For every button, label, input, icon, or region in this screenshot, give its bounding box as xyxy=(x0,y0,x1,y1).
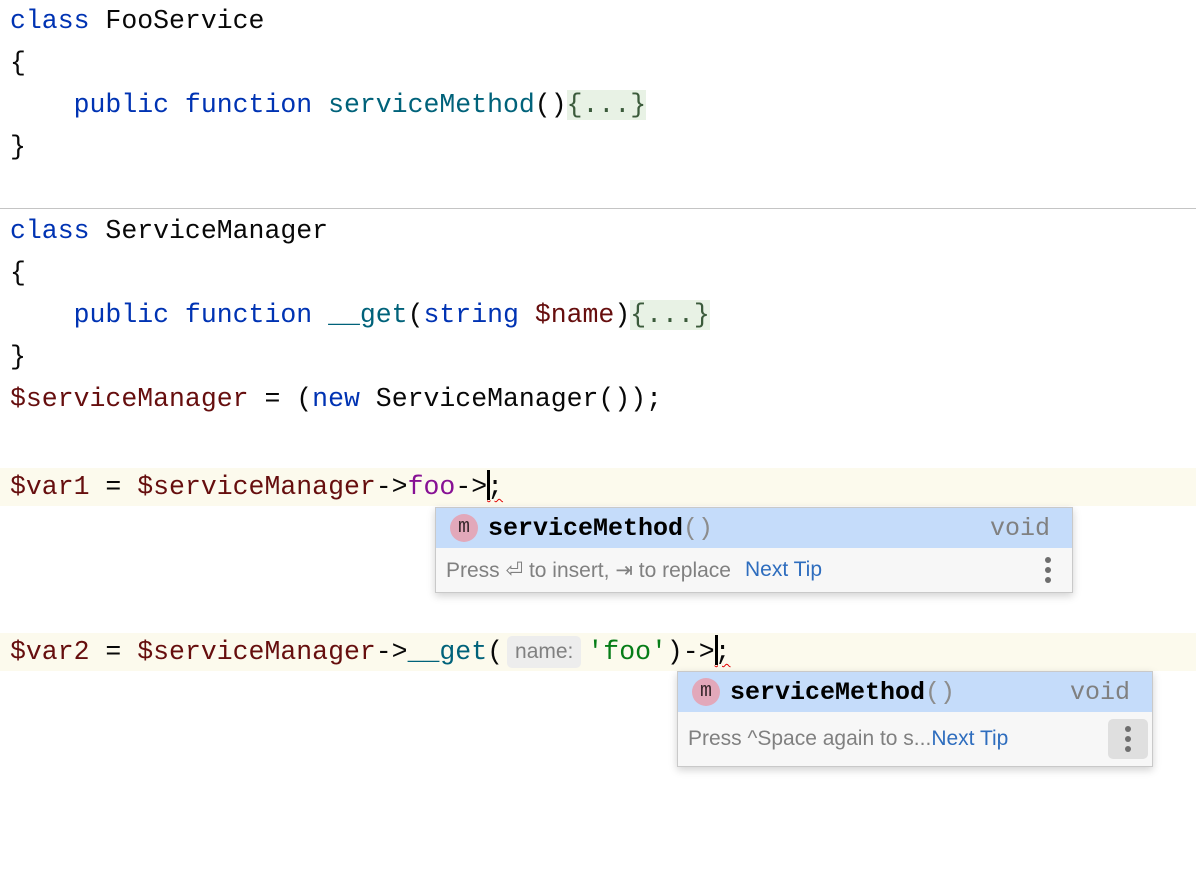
method-icon: m xyxy=(692,678,720,706)
code-token: foo xyxy=(407,472,456,502)
code-token: $serviceManager xyxy=(10,384,249,414)
footer-hint: Press ⏎ to insert, ⇥ to replace xyxy=(446,558,731,582)
code-token: { xyxy=(10,258,26,288)
item-params: () xyxy=(683,513,714,543)
code-token: } xyxy=(10,132,26,162)
code-token: FooService xyxy=(105,6,265,36)
parameter-hint: name: xyxy=(507,636,582,668)
code-token: -> xyxy=(375,472,408,502)
code-token: $var1 xyxy=(10,472,90,502)
code-line[interactable]: { xyxy=(0,42,1196,84)
dot-icon xyxy=(1125,746,1131,752)
code-line-var1[interactable]: $var1 = $serviceManager->foo->; xyxy=(0,468,1196,506)
code-token: = xyxy=(89,637,138,667)
code-line[interactable]: $serviceManager = (new ServiceManager())… xyxy=(0,378,1196,420)
item-type: void xyxy=(989,513,1050,543)
code-line[interactable]: } xyxy=(0,336,1196,378)
code-line[interactable]: class ServiceManager xyxy=(0,210,1196,252)
code-line[interactable]: public function serviceMethod(){...} xyxy=(0,84,1196,126)
dot-icon xyxy=(1125,726,1131,732)
code-token: $serviceManager xyxy=(137,637,376,667)
code-token: class xyxy=(10,6,106,36)
code-token: serviceMethod xyxy=(328,90,535,120)
code-line[interactable]: } xyxy=(0,126,1196,168)
code-line-var2[interactable]: $var2 = $serviceManager->__get(name:'foo… xyxy=(0,633,1196,671)
code-token: class xyxy=(10,216,106,246)
code-token: $var2 xyxy=(10,637,90,667)
item-name: serviceMethod xyxy=(488,513,684,543)
popup-footer: Press ^Space again to s... Next Tip xyxy=(678,712,1152,766)
more-options-button[interactable] xyxy=(1108,719,1148,759)
completion-popup-2: m serviceMethod () void Press ^Space aga… xyxy=(677,671,1153,767)
code-token: public function xyxy=(10,300,329,330)
code-token: } xyxy=(10,342,26,372)
dot-icon xyxy=(1045,577,1051,583)
folded-code-block[interactable]: {...} xyxy=(566,90,647,120)
next-tip-link[interactable]: Next Tip xyxy=(745,558,822,582)
code-token: = ( xyxy=(248,384,313,414)
method-separator xyxy=(0,208,1196,209)
folded-code-block[interactable]: {...} xyxy=(630,300,710,330)
completion-item[interactable]: m serviceMethod () void xyxy=(678,672,1152,712)
error-semicolon: ; xyxy=(714,637,731,667)
code-token: __get xyxy=(328,300,408,330)
dot-icon xyxy=(1045,567,1051,573)
dot-icon xyxy=(1125,736,1131,742)
completion-item[interactable]: m serviceMethod () void xyxy=(436,508,1072,548)
item-name: serviceMethod xyxy=(730,677,926,707)
error-semicolon: ; xyxy=(487,472,504,502)
code-token: -> xyxy=(455,472,488,502)
code-token: () xyxy=(534,90,567,120)
popup-footer: Press ⏎ to insert, ⇥ to replace Next Tip xyxy=(436,548,1072,592)
more-options-button[interactable] xyxy=(1028,550,1068,590)
code-token: string xyxy=(423,300,535,330)
completion-popup-1: m serviceMethod () void Press ⏎ to inser… xyxy=(435,507,1073,593)
code-token: 'foo' xyxy=(587,637,667,667)
code-token: ServiceManager()); xyxy=(375,384,663,414)
code-token: public function xyxy=(10,90,329,120)
code-token: { xyxy=(10,48,26,78)
code-line[interactable]: class FooService xyxy=(0,0,1196,42)
code-token: $serviceManager xyxy=(137,472,376,502)
code-token: ) xyxy=(614,300,631,330)
method-icon: m xyxy=(450,514,478,542)
code-token: $name xyxy=(534,300,615,330)
code-token: = xyxy=(89,472,138,502)
code-token: )-> xyxy=(666,637,715,667)
dot-icon xyxy=(1045,557,1051,563)
next-tip-link[interactable]: Next Tip xyxy=(931,727,1008,751)
item-params: () xyxy=(925,677,956,707)
code-line[interactable] xyxy=(0,168,1196,210)
code-token: ( xyxy=(407,300,424,330)
code-line[interactable]: { xyxy=(0,252,1196,294)
code-token: __get xyxy=(407,637,488,667)
code-token: ServiceManager xyxy=(105,216,329,246)
code-token: new xyxy=(312,384,376,414)
code-token: -> xyxy=(375,637,408,667)
code-line[interactable]: public function __get(string $name){...} xyxy=(0,294,1196,336)
footer-hint: Press ^Space again to s... xyxy=(688,727,932,750)
code-token: ( xyxy=(487,637,504,667)
item-type: void xyxy=(1069,677,1130,707)
